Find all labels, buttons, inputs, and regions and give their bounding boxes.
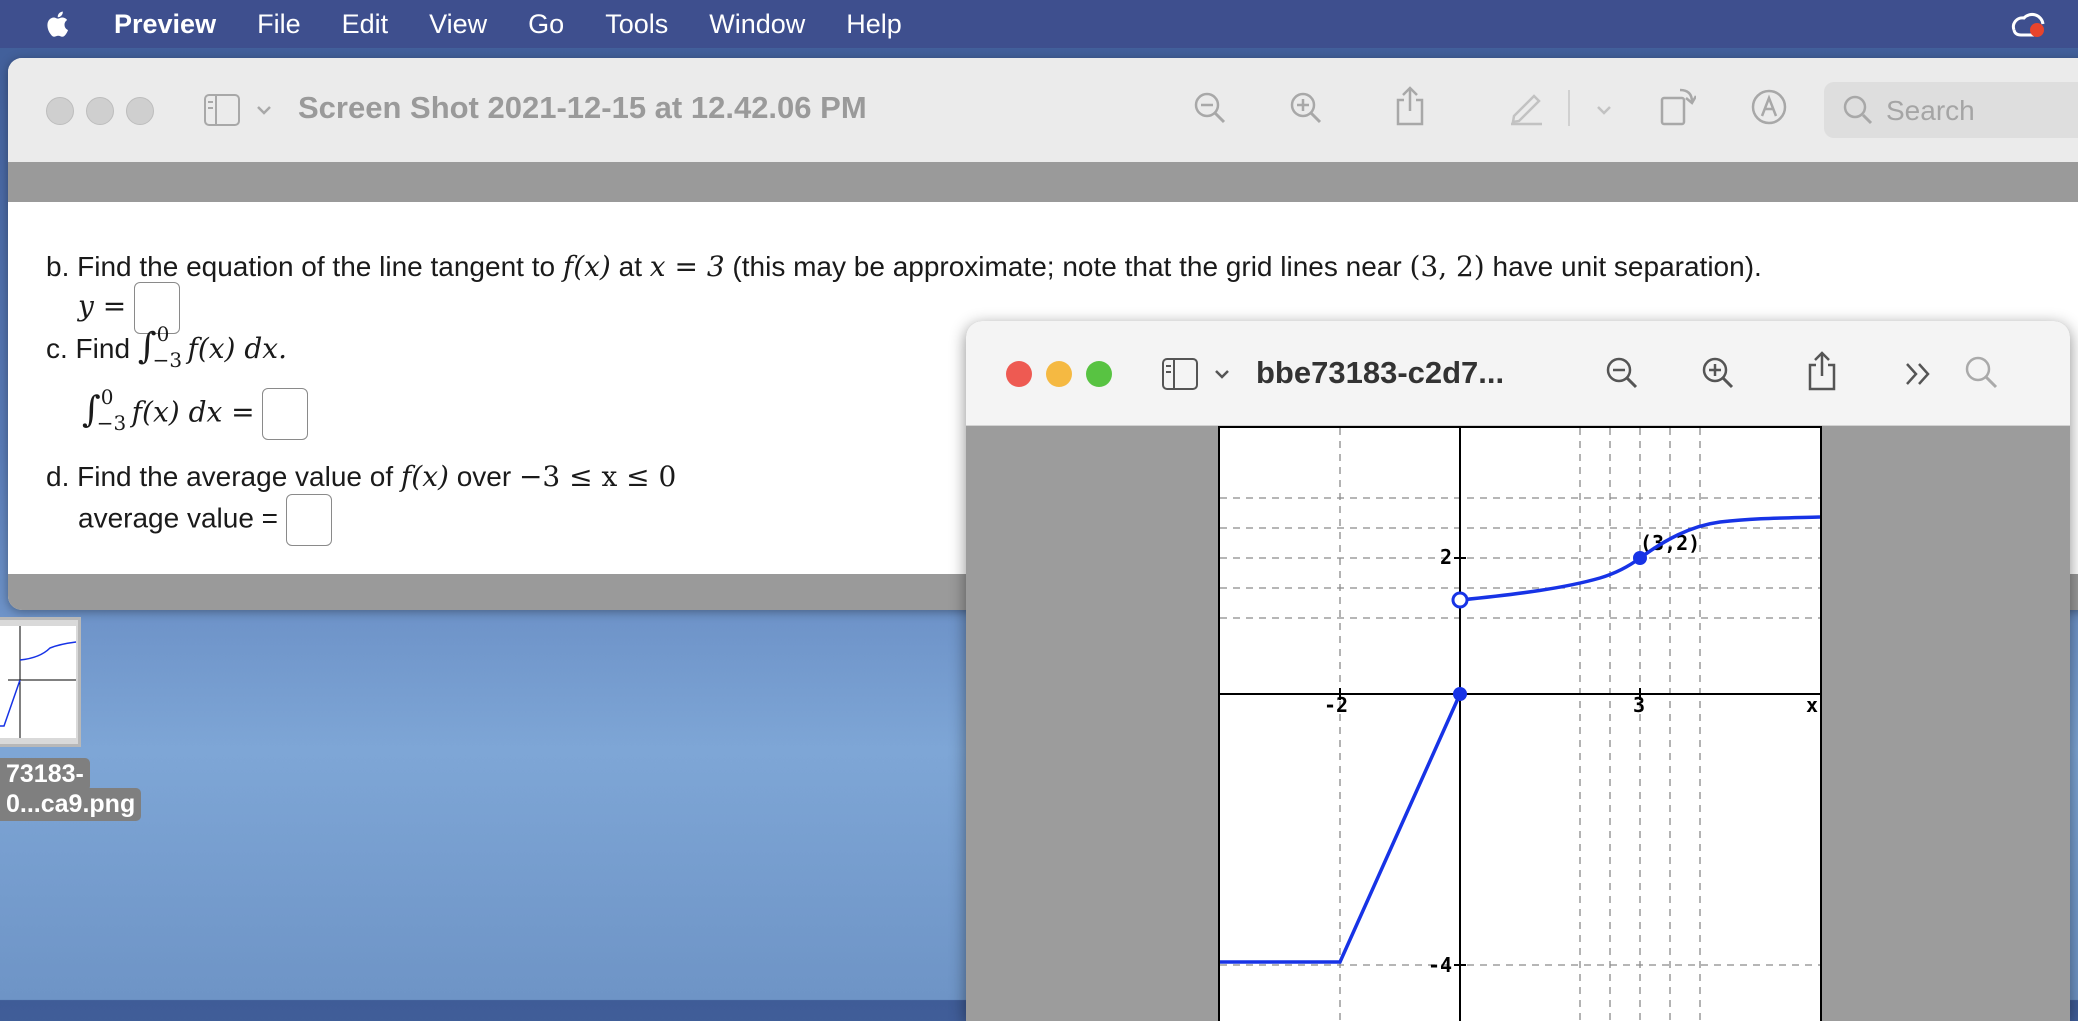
graph-canvas: -2 3 x 2 -4 (3,2) — [1220, 428, 1820, 1021]
function-graph: -2 3 x 2 -4 (3,2) — [1218, 426, 1822, 1021]
chevron-down-icon[interactable] — [256, 104, 272, 116]
minimize-button[interactable] — [86, 97, 114, 125]
grid-lines — [1220, 428, 1820, 1021]
zoom-button[interactable] — [1086, 361, 1112, 387]
question-d: d. Find the average value of f(x) over −… — [46, 460, 676, 493]
zoom-in-icon[interactable] — [1288, 90, 1324, 126]
search-field[interactable]: Search — [1824, 82, 2078, 138]
question-c-integrand: f(x) dx. — [178, 332, 287, 365]
menu-window[interactable]: Window — [709, 9, 805, 40]
zoom-in-icon[interactable] — [1700, 355, 1736, 391]
apple-menu-icon[interactable] — [44, 9, 74, 39]
integral-limits: 0 −3 — [153, 322, 182, 372]
titlebar: Screen Shot 2021-12-15 at 12.42.06 PM Se… — [8, 58, 2078, 163]
desktop-file-thumbnail[interactable] — [0, 617, 81, 747]
toolbar-divider — [1568, 90, 1570, 126]
search-icon[interactable] — [1964, 355, 2000, 391]
sidebar-toggle-icon[interactable] — [1162, 358, 1198, 390]
answer-c-limits: 0 −3 — [97, 385, 126, 435]
question-b-eq: x = 3 — [649, 250, 725, 283]
question-b-point: (3, 2) — [1409, 250, 1485, 283]
answer-c-label: f(x) dx = — [122, 395, 255, 429]
answer-d-label: average value = — [78, 502, 279, 534]
y-tick-label-neg4: -4 — [1428, 953, 1452, 977]
markup-chevron-icon[interactable] — [1596, 104, 1612, 116]
answer-c-upper: 0 — [100, 385, 114, 409]
y-tick-label-2: 2 — [1440, 545, 1452, 569]
answer-d-row: average value = — [78, 494, 332, 546]
closed-point-origin — [1453, 687, 1467, 701]
sidebar-toggle-icon[interactable] — [204, 94, 240, 126]
answer-c-input[interactable] — [262, 388, 309, 440]
markup-pen-icon[interactable] — [1508, 88, 1546, 126]
question-d-over: over — [448, 461, 519, 492]
share-icon[interactable] — [1806, 349, 1838, 391]
zoom-button[interactable] — [126, 97, 154, 125]
menu-tools[interactable]: Tools — [605, 9, 668, 40]
answer-b-label: y = — [78, 289, 127, 323]
creative-cloud-icon[interactable] — [2008, 10, 2048, 40]
question-b-at: at — [610, 251, 650, 282]
function-curve — [1220, 515, 1820, 964]
question-b: b. Find the equation of the line tangent… — [46, 250, 1762, 283]
integral-upper: 0 — [156, 321, 170, 346]
x-tick-label-3: 3 — [1633, 693, 1645, 717]
question-c: c. Find ∫ 0 −3 f(x) dx. — [46, 322, 287, 372]
menu-edit[interactable]: Edit — [342, 9, 389, 40]
more-toolbar-icon[interactable] — [1904, 361, 1934, 387]
titlebar-graph: bbe73183-c2d7... — [966, 321, 2070, 426]
desktop-file-label-line2[interactable]: 0...ca9.png — [0, 788, 142, 821]
question-d-text: d. Find the average value of — [46, 461, 401, 492]
zoom-out-icon[interactable] — [1604, 355, 1640, 391]
answer-c-lower: −3 — [96, 411, 127, 435]
rotate-icon[interactable] — [1660, 86, 1696, 126]
answer-d-input[interactable] — [285, 494, 332, 546]
integral-lower: −3 — [152, 347, 183, 372]
thumbnail-graph-icon — [0, 626, 77, 738]
menu-help[interactable]: Help — [846, 9, 902, 40]
zoom-out-icon[interactable] — [1192, 90, 1228, 126]
menu-view[interactable]: View — [429, 9, 487, 40]
question-d-fx: f(x) — [400, 460, 449, 493]
answer-c-row: ∫ 0 −3 f(x) dx = — [82, 385, 309, 440]
question-d-range: −3 ≤ x ≤ 0 — [518, 460, 677, 493]
question-b-text-3: have unit separation). — [1484, 251, 1762, 282]
curve-segment-left — [1220, 693, 1462, 964]
point-3-2 — [1633, 551, 1647, 565]
document-margin-top — [8, 162, 2078, 202]
menu-go[interactable]: Go — [528, 9, 564, 40]
minimize-button[interactable] — [1046, 361, 1072, 387]
close-button[interactable] — [1006, 361, 1032, 387]
question-b-text-1: b. Find the equation of the line tangent… — [46, 251, 563, 282]
x-axis-label: x — [1806, 693, 1818, 717]
x-tick-label-neg2: -2 — [1324, 693, 1348, 717]
menu-file[interactable]: File — [257, 9, 301, 40]
tick-marks — [1339, 557, 1641, 966]
window-title: Screen Shot 2021-12-15 at 12.42.06 PM — [298, 90, 867, 125]
preview-window-graph: bbe73183-c2d7... -2 3 x 2 -4 (3,2) — [966, 321, 2070, 1021]
question-b-fx: f(x) — [562, 250, 611, 283]
search-placeholder: Search — [1886, 95, 1975, 126]
question-b-text-2: (this may be approximate; note that the … — [724, 251, 1410, 282]
menu-bar: Preview File Edit View Go Tools Window H… — [0, 0, 2078, 48]
desktop-file-label-line1[interactable]: 73183- — [0, 758, 90, 791]
menu-app-preview[interactable]: Preview — [114, 9, 216, 40]
share-icon[interactable] — [1394, 84, 1426, 126]
search-icon — [1843, 95, 1873, 125]
annotate-icon[interactable] — [1750, 88, 1788, 126]
window-title: bbe73183-c2d7... — [1256, 355, 1505, 390]
chevron-down-icon[interactable] — [1214, 368, 1230, 380]
open-point — [1451, 591, 1469, 609]
close-button[interactable] — [46, 97, 74, 125]
question-c-text: c. Find — [46, 333, 138, 364]
